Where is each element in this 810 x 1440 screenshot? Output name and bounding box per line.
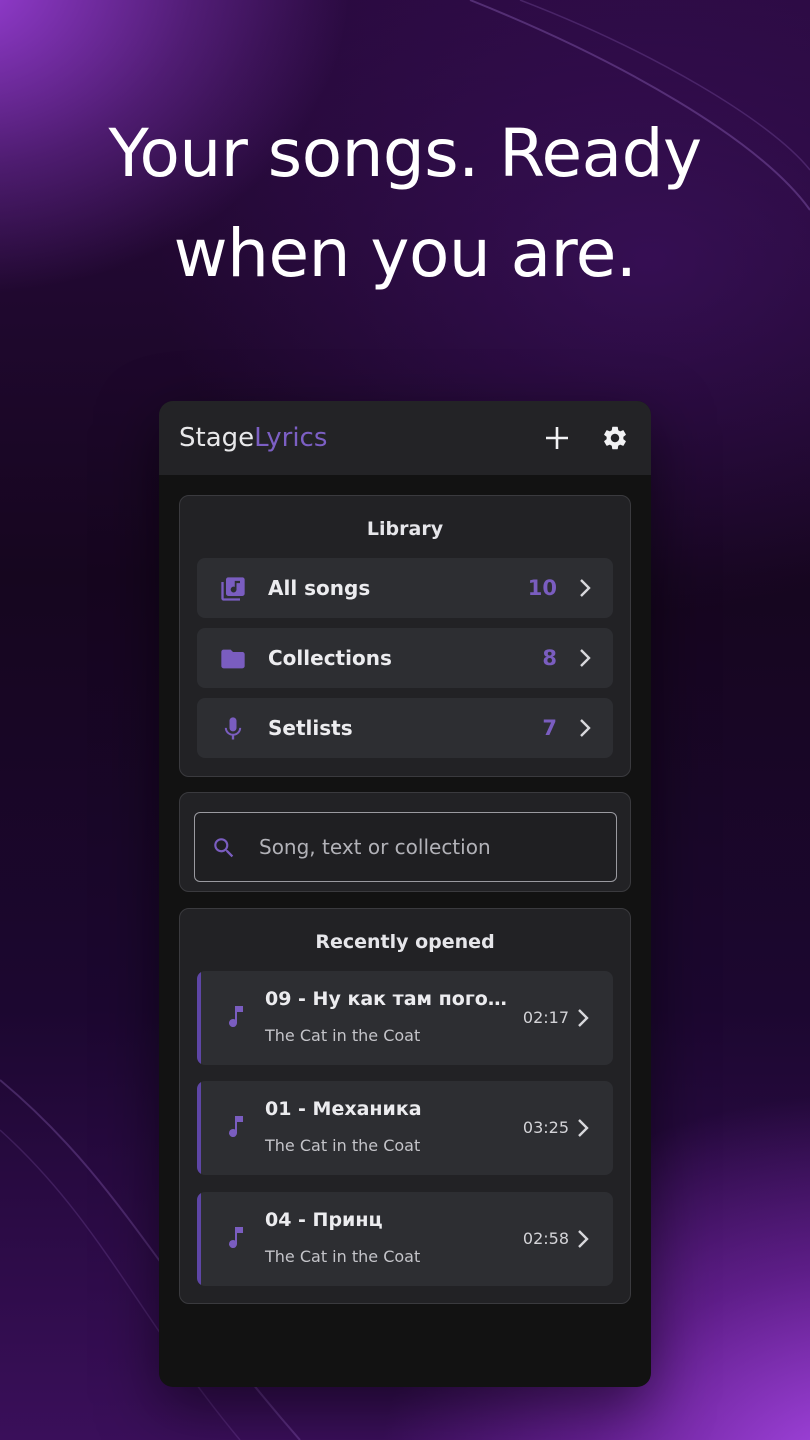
song-title: 01 - Механика [265, 1098, 422, 1120]
headline: Your songs. Ready when you are. [0, 104, 810, 304]
song-title: 04 - Принц [265, 1209, 383, 1231]
headline-line-2: when you are. [173, 215, 637, 292]
app-window: StageLyrics Library All songs 10 Collect… [159, 401, 651, 1387]
search-card [179, 792, 631, 892]
music-note-icon [229, 1227, 243, 1249]
search-icon [214, 838, 234, 858]
add-button[interactable] [539, 420, 575, 456]
chevron-right-icon [580, 579, 591, 597]
library-item-collections[interactable]: Collections 8 [197, 628, 613, 688]
accent-bar [197, 971, 201, 1065]
library-item-count: 7 [542, 716, 557, 740]
library-item-count: 8 [542, 646, 557, 670]
recent-title: Recently opened [315, 931, 495, 953]
song-duration: 02:58 [522, 1229, 569, 1248]
song-title: 09 - Ну как там погода в Лос-Анджелесе [265, 988, 517, 1010]
library-item-count: 10 [527, 576, 557, 600]
settings-button[interactable] [597, 420, 633, 456]
chevron-right-icon [578, 1230, 589, 1248]
recent-song-item[interactable]: 09 - Ну как там погода в Лос-Анджелесе T… [197, 971, 613, 1065]
library-item-setlists[interactable]: Setlists 7 [197, 698, 613, 758]
brand-stage: Stage [179, 423, 255, 453]
search-input[interactable] [259, 813, 599, 880]
chevron-right-icon [580, 649, 591, 667]
microphone-icon [224, 717, 242, 740]
chevron-right-icon [578, 1009, 589, 1027]
app-logo: StageLyrics [179, 423, 327, 453]
accent-bar [197, 1081, 201, 1175]
gear-icon [604, 426, 626, 450]
music-note-icon [229, 1116, 243, 1138]
song-duration: 02:17 [522, 1008, 569, 1027]
search-field[interactable] [194, 812, 617, 882]
folder-icon [221, 649, 245, 669]
brand-lyrics: Lyrics [254, 423, 328, 453]
recent-card: Recently opened 09 - Ну как там погода в… [179, 908, 631, 1304]
library-item-all-songs[interactable]: All songs 10 [197, 558, 613, 618]
library-item-label: Collections [268, 646, 392, 670]
library-title: Library [366, 518, 444, 540]
chevron-right-icon [580, 719, 591, 737]
chevron-right-icon [578, 1119, 589, 1137]
accent-bar [197, 1192, 201, 1286]
library-item-label: Setlists [268, 716, 353, 740]
plus-icon [546, 427, 568, 449]
library-item-label: All songs [268, 576, 371, 600]
song-duration: 03:25 [522, 1118, 569, 1137]
library-music-icon [221, 577, 245, 601]
song-artist: The Cat in the Coat [265, 1136, 421, 1155]
song-artist: The Cat in the Coat [265, 1026, 421, 1045]
app-bar: StageLyrics [159, 401, 651, 475]
music-note-icon [229, 1006, 243, 1028]
recent-song-item[interactable]: 04 - Принц The Cat in the Coat 02:58 [197, 1192, 613, 1286]
headline-line-1: Your songs. Ready [108, 115, 702, 192]
library-card: Library All songs 10 Collections 8 Setli… [179, 495, 631, 777]
song-artist: The Cat in the Coat [265, 1247, 421, 1266]
recent-song-item[interactable]: 01 - Механика The Cat in the Coat 03:25 [197, 1081, 613, 1175]
